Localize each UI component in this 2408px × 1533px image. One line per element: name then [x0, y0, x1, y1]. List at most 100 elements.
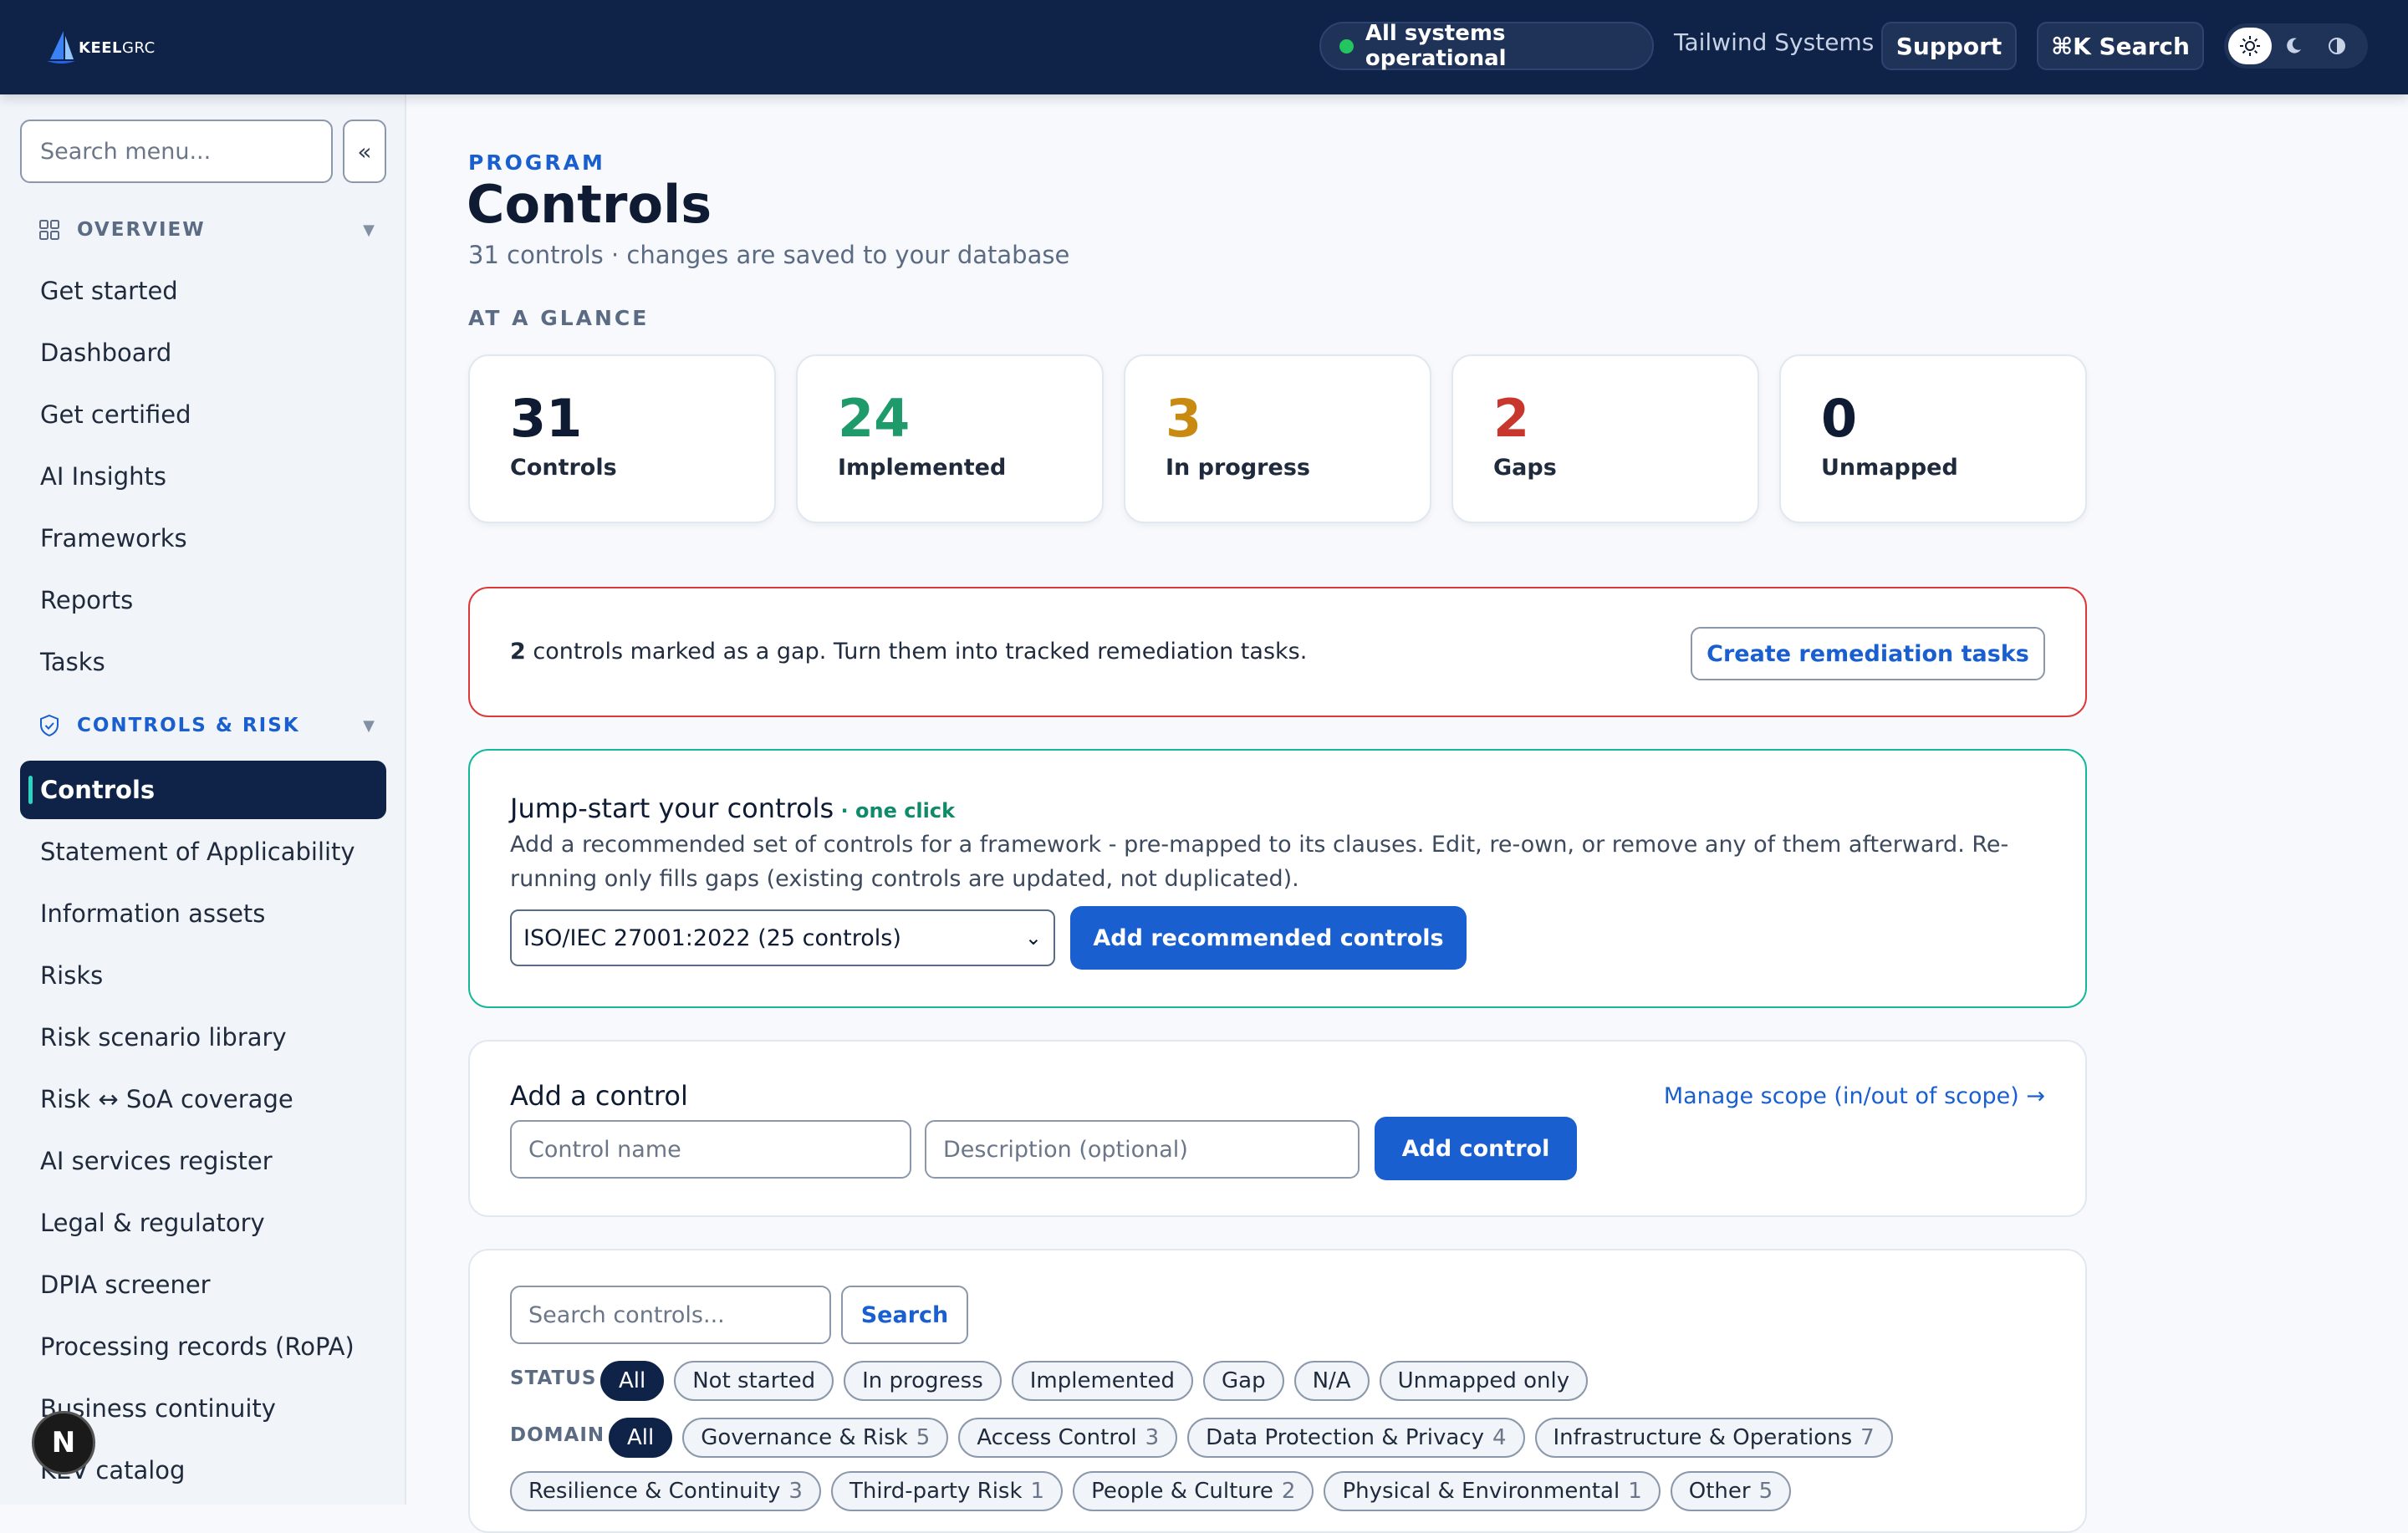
section-controls-risk[interactable]: CONTROLS & RISK ▼ — [37, 709, 376, 742]
add-control-card: Add a control Manage scope (in/out of sc… — [468, 1040, 2087, 1217]
contrast-icon[interactable] — [2315, 28, 2359, 64]
framework-select-value: ISO/IEC 27001:2022 (25 controls) — [523, 924, 901, 951]
stat-value: 3 — [1166, 388, 1202, 449]
at-a-glance-label: AT A GLANCE — [468, 306, 650, 330]
stat-card-controls[interactable]: 31 Controls — [468, 354, 776, 523]
sidebar-item-get-certified[interactable]: Get certified — [20, 385, 386, 444]
sidebar-item-legal-regulatory[interactable]: Legal & regulatory — [20, 1194, 386, 1252]
sidebar-item-frameworks[interactable]: Frameworks — [20, 509, 386, 568]
sidebar-item-ai-insights[interactable]: AI Insights — [20, 447, 386, 506]
status-chip-na[interactable]: N/A — [1293, 1361, 1370, 1401]
sidebar-item-risks[interactable]: Risks — [20, 946, 386, 1005]
sidebar-item-risk-scenario-library[interactable]: Risk scenario library — [20, 1008, 386, 1067]
domain-chip-governance-risk[interactable]: Governance & Risk 5 — [682, 1418, 949, 1458]
create-remediation-tasks-button[interactable]: Create remediation tasks — [1691, 627, 2045, 680]
sidebar-item-ai-services-register[interactable]: AI services register — [20, 1132, 386, 1190]
page-title: Controls — [467, 174, 712, 235]
framework-select[interactable]: ISO/IEC 27001:2022 (25 controls) ⌄ — [510, 909, 1055, 966]
status-chip-implemented[interactable]: Implemented — [1011, 1361, 1193, 1401]
brand-name: KEELGRC — [79, 38, 156, 57]
command-search-button[interactable]: ⌘K Search — [2037, 22, 2204, 70]
domain-chip-data-protection[interactable]: Data Protection & Privacy 4 — [1187, 1418, 1525, 1458]
status-chip-all[interactable]: All — [600, 1361, 665, 1401]
add-control-button[interactable]: Add control — [1375, 1117, 1577, 1180]
status-chip-in-progress[interactable]: In progress — [844, 1361, 1002, 1401]
domain-chip-all[interactable]: All — [609, 1418, 673, 1458]
system-status-badge[interactable]: All systems operational — [1319, 21, 1654, 71]
stat-card-implemented[interactable]: 24 Implemented — [796, 354, 1104, 523]
jumpstart-description: Add a recommended set of controls for a … — [510, 832, 2009, 892]
status-chip-not-started[interactable]: Not started — [674, 1361, 834, 1401]
sidebar-item-tasks[interactable]: Tasks — [20, 633, 386, 691]
chevron-down-icon: ▼ — [363, 716, 376, 735]
stat-label: Unmapped — [1821, 455, 1958, 481]
domain-chip-infrastructure[interactable]: Infrastructure & Operations 7 — [1534, 1418, 1893, 1458]
sidebar-item-dpia-screener[interactable]: DPIA screener — [20, 1255, 386, 1314]
stat-value: 24 — [838, 388, 911, 449]
collapse-sidebar-button[interactable]: « — [343, 120, 386, 183]
domain-chip-access-control[interactable]: Access Control 3 — [958, 1418, 1178, 1458]
status-filter-chips: All Not started In progress Implemented … — [600, 1361, 1589, 1401]
domain-chip-people-culture[interactable]: People & Culture 2 — [1073, 1471, 1314, 1511]
domain-chip-other[interactable]: Other 5 — [1670, 1471, 1792, 1511]
jumpstart-card: Jump-start your controls · one click Add… — [468, 749, 2087, 1008]
stat-card-in-progress[interactable]: 3 In progress — [1124, 354, 1431, 523]
stat-value: 0 — [1821, 388, 1858, 449]
top-bar: KEELGRC All systems operational Tailwind… — [0, 0, 2408, 94]
sidebar: « OVERVIEW ▼ Get started Dashboard Get c… — [0, 94, 406, 1505]
page-eyebrow: PROGRAM — [468, 150, 605, 175]
stat-card-gaps[interactable]: 2 Gaps — [1451, 354, 1759, 523]
gap-alert-text: 2 controls marked as a gap. Turn them in… — [510, 639, 1308, 665]
shield-check-icon — [37, 713, 62, 738]
domain-filter-chips: All Governance & Risk 5 Access Control 3 D… — [609, 1418, 1893, 1458]
moon-icon[interactable] — [2272, 28, 2315, 64]
stat-card-unmapped[interactable]: 0 Unmapped — [1779, 354, 2087, 523]
status-chip-unmapped-only[interactable]: Unmapped only — [1379, 1361, 1589, 1401]
stat-label: Gaps — [1493, 455, 1557, 481]
stat-value: 2 — [1493, 388, 1530, 449]
chevron-down-icon: ▼ — [363, 221, 376, 239]
search-controls-input[interactable] — [510, 1286, 831, 1344]
sidebar-item-dashboard[interactable]: Dashboard — [20, 323, 386, 382]
control-name-input[interactable] — [510, 1120, 911, 1179]
domain-chip-resilience[interactable]: Resilience & Continuity 3 — [510, 1471, 821, 1511]
support-button[interactable]: Support — [1881, 22, 2017, 70]
stat-label: Controls — [510, 455, 617, 481]
page-subtitle: 31 controls · changes are saved to your … — [468, 241, 1070, 269]
domain-filter-label: DOMAIN — [510, 1424, 605, 1446]
dev-tools-button[interactable]: N — [32, 1411, 95, 1474]
sun-icon[interactable] — [2228, 28, 2272, 64]
manage-scope-link[interactable]: Manage scope (in/out of scope) → — [1664, 1083, 2045, 1109]
controls-list-card: Search STATUS All Not started In progres… — [468, 1249, 2087, 1533]
section-overview[interactable]: OVERVIEW ▼ — [37, 213, 376, 247]
brand-logo[interactable]: KEELGRC — [45, 28, 156, 67]
stat-value: 31 — [510, 388, 583, 449]
sidebar-item-statement-of-applicability[interactable]: Statement of Applicability — [20, 823, 386, 881]
domain-chip-physical[interactable]: Physical & Environmental 1 — [1324, 1471, 1661, 1511]
sidebar-item-processing-records[interactable]: Processing records (RoPA) — [20, 1317, 386, 1376]
add-control-title: Add a control — [510, 1080, 688, 1112]
sidebar-item-reports[interactable]: Reports — [20, 571, 386, 629]
sidebar-item-controls[interactable]: Controls — [20, 761, 386, 819]
stat-label: Implemented — [838, 455, 1007, 481]
section-overview-label: OVERVIEW — [77, 219, 206, 241]
one-click-tag: · one click — [834, 799, 956, 823]
status-ok-icon — [1339, 38, 1354, 53]
search-controls-button[interactable]: Search — [841, 1286, 968, 1344]
control-description-input[interactable] — [925, 1120, 1360, 1179]
system-status-text: All systems operational — [1365, 21, 1507, 71]
organization-name[interactable]: Tailwind Systems — [1674, 28, 1874, 56]
add-recommended-controls-button[interactable]: Add recommended controls — [1070, 906, 1467, 970]
status-chip-gap[interactable]: Gap — [1202, 1361, 1284, 1401]
sidebar-item-risk-soa-coverage[interactable]: Risk ↔ SoA coverage — [20, 1070, 386, 1128]
grid-icon — [37, 217, 62, 242]
domain-filter-chips-row-2: Resilience & Continuity 3 Third-party Ris… — [510, 1471, 1792, 1511]
menu-search-input[interactable] — [20, 120, 333, 183]
domain-chip-third-party-risk[interactable]: Third-party Risk 1 — [830, 1471, 1064, 1511]
sidebar-item-information-assets[interactable]: Information assets — [20, 884, 386, 943]
section-controls-risk-label: CONTROLS & RISK — [77, 715, 300, 736]
theme-toggle — [2224, 23, 2368, 69]
chevron-down-icon: ⌄ — [1024, 926, 1042, 950]
sail-logo-icon — [47, 31, 75, 64]
sidebar-item-get-started[interactable]: Get started — [20, 262, 386, 320]
